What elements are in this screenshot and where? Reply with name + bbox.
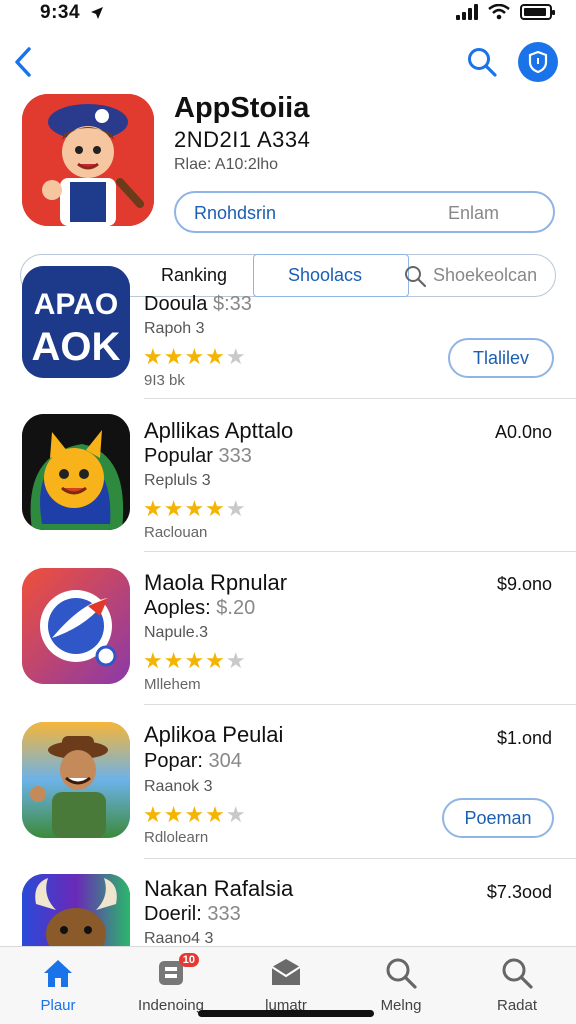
get-button[interactable]: Poeman	[442, 798, 554, 838]
app-icon	[22, 414, 130, 530]
app-title: Dooula $:33	[144, 293, 252, 315]
app-subtitle: Popular 333	[144, 445, 252, 467]
updates-icon: 10	[153, 953, 199, 991]
compass-icon	[22, 568, 130, 684]
star-rating: ★★★★★	[143, 344, 247, 369]
tab-search-2[interactable]: Radat	[462, 955, 572, 1014]
tab-updates[interactable]: 10 Indenoing	[116, 953, 226, 1014]
app-rank: Rapoh 3	[144, 320, 205, 337]
shield-button[interactable]	[518, 42, 558, 82]
star-rating: ★★★★★	[143, 496, 247, 521]
cartoon-boy-icon	[22, 94, 154, 226]
star-rating: ★★★★★	[143, 802, 247, 827]
status-icons	[456, 4, 555, 20]
app-rank: Repluls 3	[144, 472, 211, 489]
signal-icon	[456, 4, 478, 20]
app-subtitle: Aoples: $.20	[144, 597, 256, 619]
cartoon-cat-icon	[22, 414, 130, 530]
app-title: Aplikoa Peulai	[144, 722, 284, 747]
list-item[interactable]: Aplikoa Peulai Popar: 304 Raanok 3 ★★★★★…	[0, 716, 576, 856]
divider	[144, 398, 576, 399]
star-rating: ★★★★★	[143, 648, 247, 673]
app-subtitle: 2ND2I1 A334	[174, 127, 311, 152]
inbox-icon	[268, 955, 304, 991]
search-icon	[468, 48, 497, 77]
app-title: Nakan Rafalsia	[144, 876, 294, 901]
app-meta: Rlae: A10:2lho	[174, 156, 279, 173]
divider	[144, 551, 576, 552]
shield-icon	[528, 50, 548, 74]
divider	[144, 858, 576, 859]
app-icon	[22, 568, 130, 684]
cartoon-man-icon	[22, 722, 130, 838]
app-title: AppStoiia	[174, 92, 310, 124]
tab-label: Plaur	[40, 997, 76, 1014]
chevron-left-icon	[15, 47, 31, 77]
notification-badge: 10	[178, 953, 199, 967]
wifi-icon	[488, 4, 510, 20]
divider	[144, 704, 576, 705]
app-rank: Raanok 3	[144, 778, 213, 795]
list-item[interactable]: Maola Rpnular Aoples: $.20 Napule.3 ★★★★…	[0, 564, 576, 702]
hero-pill[interactable]: Rnohdsrin Enlam	[174, 191, 555, 233]
tab-search[interactable]: Melng	[346, 955, 456, 1014]
tab-home[interactable]: Plaur	[3, 955, 113, 1014]
app-subtitle: Doeril: 333	[144, 903, 241, 925]
tab-label: Radat	[496, 997, 538, 1014]
app-title: Maola Rpnular	[144, 570, 288, 595]
app-category: 9I3 bk	[144, 372, 185, 389]
app-category: Raclouan	[144, 524, 208, 541]
app-category: Mllehem	[144, 676, 201, 693]
app-icon	[22, 874, 130, 946]
app-rank: Raano4 3	[144, 930, 214, 946]
search-icon	[499, 955, 535, 991]
app-rank: Napule.3	[144, 624, 209, 641]
app-price: $9.ono	[496, 574, 552, 594]
battery-icon	[520, 4, 555, 20]
get-button[interactable]: Tlalilev	[448, 338, 554, 378]
status-bar: 9:34	[0, 0, 576, 28]
list-item[interactable]: Nakan Rafalsia Doeril: 333 Raano4 3 $7.3…	[0, 870, 576, 946]
hero-pill-left-label[interactable]: Rnohdsrin	[194, 203, 276, 224]
app-price: $7.3ood	[486, 882, 552, 902]
app-price: A0.0no	[494, 422, 552, 442]
back-button[interactable]	[8, 42, 38, 82]
cartoon-bull-icon	[22, 874, 130, 946]
svg-text:AOK: AOK	[32, 325, 121, 369]
hero-pill-right-label[interactable]: Enlam	[448, 203, 499, 224]
app-icon: APAO AOK	[22, 266, 130, 378]
app-title: Apllikas Apttalo	[144, 418, 294, 443]
location-arrow-icon	[91, 7, 103, 19]
svg-text:APAO: APAO	[34, 288, 118, 321]
text-logo-icon: APAO AOK	[22, 266, 130, 378]
list-item[interactable]: APAO AOK Dooula $:33 Rapoh 3 ★★★★★ 9I3 b…	[0, 262, 576, 398]
app-subtitle: Popar: 304	[144, 750, 242, 772]
app-hero-icon	[22, 94, 154, 226]
search-button[interactable]	[464, 44, 500, 80]
home-indicator[interactable]	[198, 1010, 374, 1017]
status-time: 9:34	[40, 2, 81, 23]
app-price: $1.ond	[496, 728, 552, 748]
home-icon	[40, 955, 76, 991]
app-category: Rdlolearn	[144, 829, 209, 846]
search-icon	[383, 955, 419, 991]
list-item[interactable]: Apllikas Apttalo Popular 333 Repluls 3 ★…	[0, 412, 576, 550]
app-icon	[22, 722, 130, 838]
tab-inbox[interactable]: lumatr	[231, 955, 341, 1014]
